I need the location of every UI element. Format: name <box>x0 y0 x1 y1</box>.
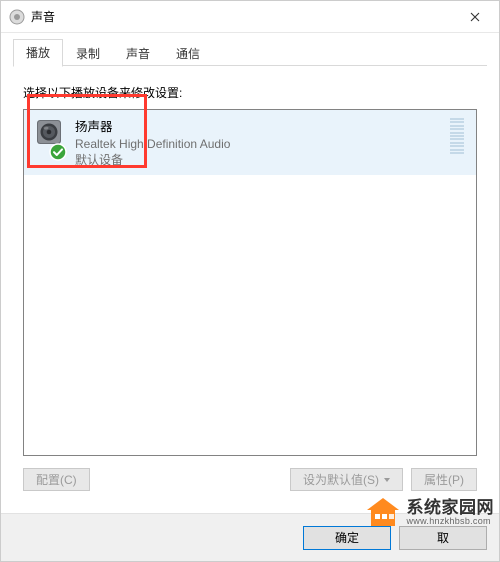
sound-dialog: 声音 播放 录制 声音 通信 选择以下播放设备来修改设置: <box>0 0 500 562</box>
level-meter <box>450 118 464 154</box>
dialog-footer: 确定 取 <box>1 513 499 561</box>
button-label: 配置(C) <box>36 471 77 488</box>
sound-app-icon <box>9 9 25 25</box>
tab-label: 播放 <box>26 46 50 60</box>
playback-panel: 选择以下播放设备来修改设置: <box>13 66 487 501</box>
tab-label: 录制 <box>76 47 100 61</box>
device-name: 扬声器 <box>75 119 450 136</box>
device-icon-wrap <box>33 117 67 159</box>
chevron-down-icon <box>384 478 390 482</box>
cancel-button[interactable]: 取 <box>399 526 487 550</box>
panel-instruction: 选择以下播放设备来修改设置: <box>23 84 477 101</box>
close-button[interactable] <box>453 2 497 32</box>
tab-sounds[interactable]: 声音 <box>113 40 163 67</box>
dialog-content: 播放 录制 声音 通信 选择以下播放设备来修改设置: <box>1 33 499 513</box>
default-check-icon <box>49 143 67 161</box>
tab-label: 声音 <box>126 47 150 61</box>
set-default-button[interactable]: 设为默认值(S) <box>290 468 403 491</box>
panel-buttons: 配置(C) 设为默认值(S) 属性(P) <box>23 468 477 491</box>
tab-playback[interactable]: 播放 <box>13 39 63 67</box>
close-icon <box>470 12 480 22</box>
button-label: 取 <box>437 529 449 546</box>
device-status: 默认设备 <box>75 152 450 168</box>
properties-button[interactable]: 属性(P) <box>411 468 477 491</box>
titlebar-buttons <box>453 2 497 32</box>
button-label: 属性(P) <box>424 471 464 488</box>
titlebar: 声音 <box>1 1 499 33</box>
device-item[interactable]: 扬声器 Realtek High Definition Audio 默认设备 <box>24 110 476 175</box>
tabstrip: 播放 录制 声音 通信 <box>13 41 487 66</box>
tab-label: 通信 <box>176 47 200 61</box>
device-text: 扬声器 Realtek High Definition Audio 默认设备 <box>75 117 450 168</box>
device-description: Realtek High Definition Audio <box>75 136 450 152</box>
button-label: 设为默认值(S) <box>303 471 379 488</box>
button-label: 确定 <box>335 529 359 546</box>
tab-recording[interactable]: 录制 <box>63 40 113 67</box>
device-list[interactable]: 扬声器 Realtek High Definition Audio 默认设备 <box>23 109 477 456</box>
tab-communications[interactable]: 通信 <box>163 40 213 67</box>
ok-button[interactable]: 确定 <box>303 526 391 550</box>
window-title: 声音 <box>31 8 453 25</box>
configure-button[interactable]: 配置(C) <box>23 468 90 491</box>
